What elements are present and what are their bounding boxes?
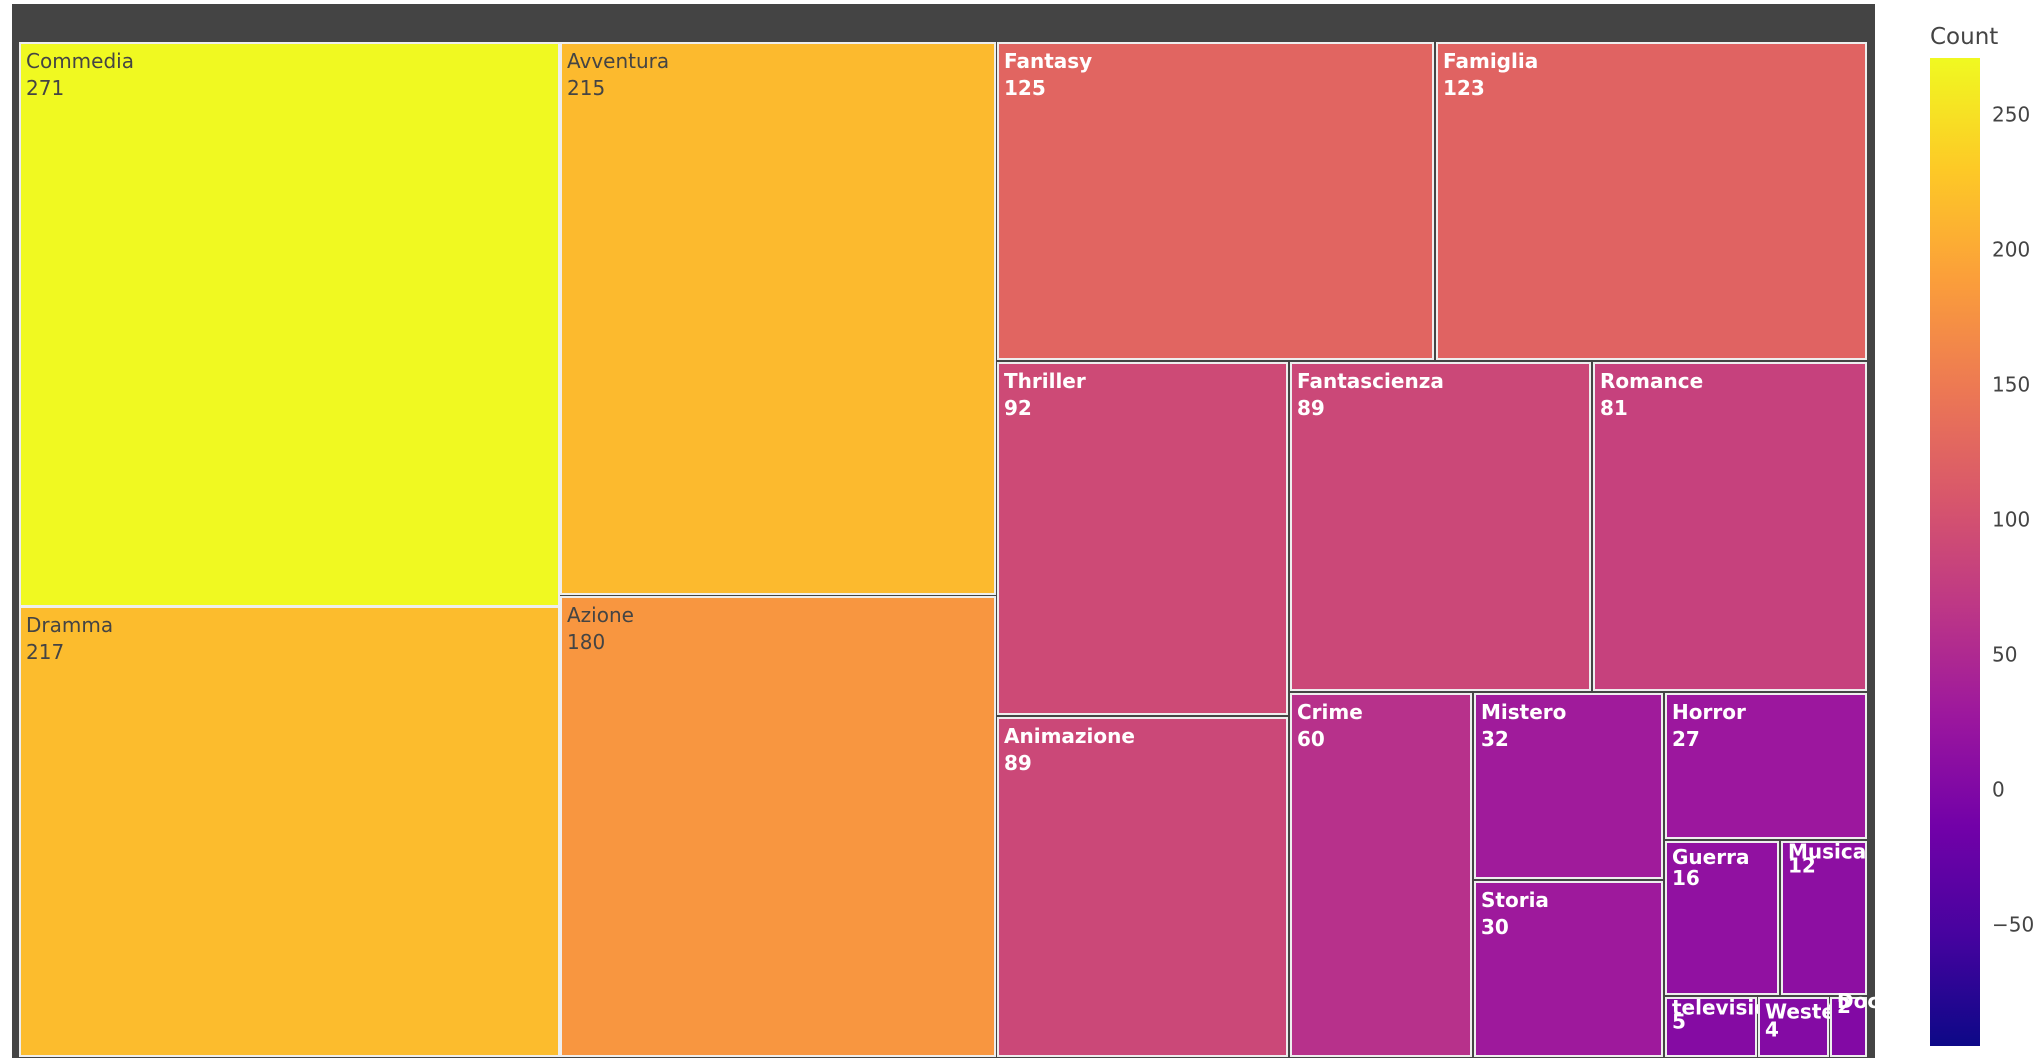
colorbar-tick-label: −50 bbox=[1992, 913, 2034, 937]
colorbar-gradient bbox=[1930, 58, 1980, 1046]
tile-rect bbox=[19, 42, 560, 607]
colorbar-tick-label: 150 bbox=[1992, 373, 2030, 397]
tile-storia[interactable]: Storia 30 bbox=[1474, 881, 1663, 1057]
tile-avventura[interactable]: Avventura 215 bbox=[560, 42, 996, 595]
tile-musica[interactable]: Musica 12 bbox=[1781, 839, 1867, 995]
tile-rect bbox=[1290, 362, 1591, 691]
tile-azione[interactable]: Azione 180 bbox=[560, 596, 996, 1057]
treemap-chart: Commedia 271 Dramma 217 Avventura 215 Azion… bbox=[12, 4, 2034, 1058]
tile-thriller[interactable]: Thriller 92 bbox=[997, 362, 1288, 715]
treemap-tiles: Commedia 271 Dramma 217 Avventura 215 Azion… bbox=[19, 42, 1996, 1057]
tile-horror[interactable]: Horror 27 bbox=[1665, 693, 1867, 839]
tile-guerra[interactable]: Guerra 16 bbox=[1665, 841, 1779, 995]
colorbar: Count −50 0 50 100 150 200 250 bbox=[1930, 24, 2034, 1046]
tile-rect bbox=[1436, 42, 1867, 360]
tile-mistero[interactable]: Mistero 32 bbox=[1474, 693, 1663, 879]
colorbar-tick-label: 0 bbox=[1992, 778, 2005, 802]
tile-dramma[interactable]: Dramma 217 bbox=[19, 606, 560, 1057]
tile-crime[interactable]: Crime 60 bbox=[1290, 693, 1472, 1057]
tile-commedia[interactable]: Commedia 271 bbox=[19, 42, 560, 607]
tile-fantascienza[interactable]: Fantascienza 89 bbox=[1290, 362, 1591, 691]
tile-rect bbox=[560, 42, 996, 595]
tile-rect bbox=[560, 596, 996, 1057]
colorbar-tick-label: 50 bbox=[1992, 643, 2017, 667]
colorbar-ticks: −50 0 50 100 150 200 250 bbox=[1992, 103, 2034, 937]
tile-famiglia[interactable]: Famiglia 123 bbox=[1436, 42, 1867, 360]
tile-rect bbox=[1593, 362, 1867, 691]
tile-fantasy[interactable]: Fantasy 125 bbox=[997, 42, 1434, 360]
colorbar-tick-label: 200 bbox=[1992, 238, 2030, 262]
colorbar-tick-label: 250 bbox=[1992, 103, 2030, 127]
tile-rect bbox=[997, 42, 1434, 360]
tile-rect bbox=[997, 717, 1288, 1057]
tile-animazione[interactable]: Animazione 89 bbox=[997, 717, 1288, 1057]
colorbar-title: Count bbox=[1930, 24, 1998, 50]
tile-rect bbox=[19, 606, 560, 1057]
tile-rect bbox=[997, 362, 1288, 715]
colorbar-tick-label: 100 bbox=[1992, 508, 2030, 532]
tile-romance[interactable]: Romance 81 bbox=[1593, 362, 1867, 691]
